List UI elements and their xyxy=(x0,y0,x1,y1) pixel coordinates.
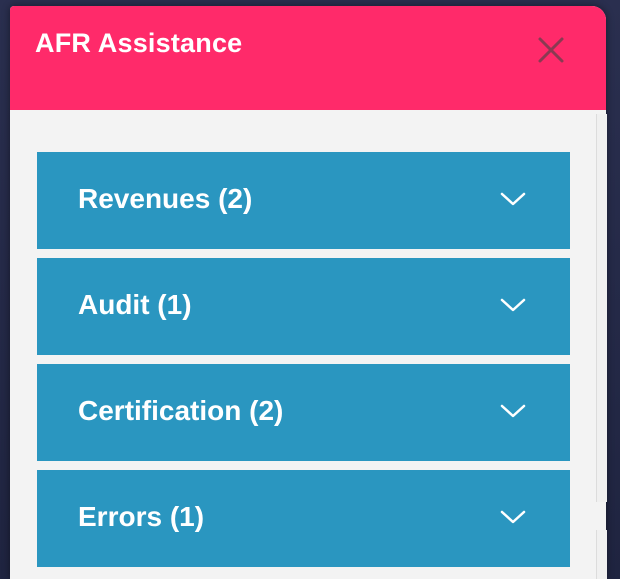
scrollbar[interactable] xyxy=(596,114,607,502)
accordion-revenues[interactable]: Revenues (2) xyxy=(37,152,570,249)
panel-title: AFR Assistance xyxy=(35,28,243,58)
close-button[interactable] xyxy=(533,32,569,68)
panel-header: AFR Assistance xyxy=(10,6,606,110)
panel-body: Revenues (2) Audit (1) Certification (2)… xyxy=(10,110,606,579)
chevron-down-icon xyxy=(500,510,526,524)
close-icon xyxy=(538,37,564,63)
accordion-label: Revenues (2) xyxy=(78,183,253,214)
accordion-certification[interactable]: Certification (2) xyxy=(37,364,570,461)
chevron-down-icon xyxy=(500,298,526,312)
chevron-down-icon xyxy=(500,192,526,206)
afr-assistance-panel: AFR Assistance Revenues (2) Audit (1) Ce… xyxy=(10,6,606,579)
chevron-down-icon xyxy=(500,404,526,418)
accordion-label: Audit (1) xyxy=(78,289,192,320)
accordion-label: Certification (2) xyxy=(78,395,284,426)
accordion-audit[interactable]: Audit (1) xyxy=(37,258,570,355)
accordion-errors[interactable]: Errors (1) xyxy=(37,470,570,567)
scrollbar-lower[interactable] xyxy=(596,530,607,579)
accordion-label: Errors (1) xyxy=(78,501,205,532)
